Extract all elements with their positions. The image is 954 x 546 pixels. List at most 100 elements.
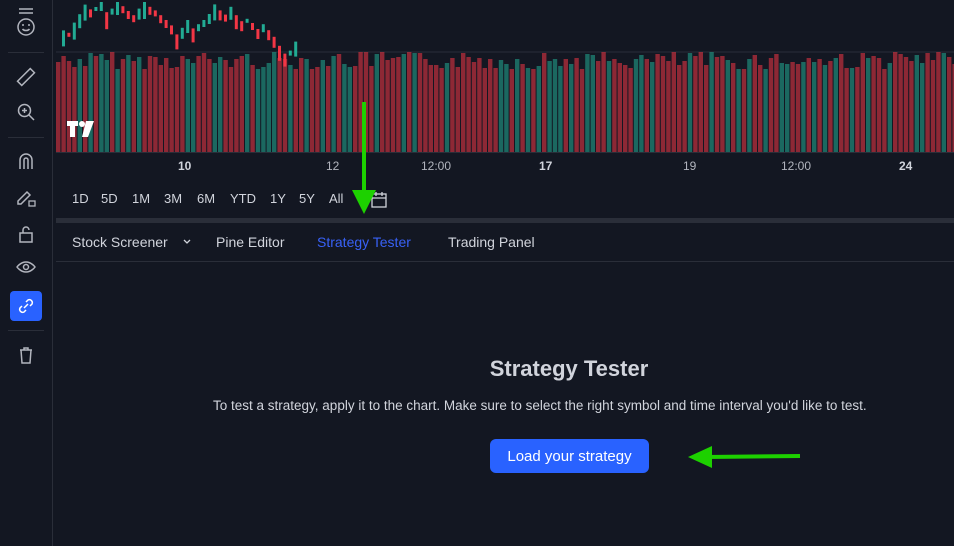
volume-bar <box>126 55 131 152</box>
volume-bar <box>428 65 433 152</box>
volume-bar <box>941 53 946 152</box>
range-1d-button[interactable]: 1D <box>72 191 89 206</box>
range-ytd-button[interactable]: YTD <box>230 191 256 206</box>
volume-bar <box>687 53 693 152</box>
volume-bar <box>903 57 909 152</box>
tab-pine-editor[interactable]: Pine Editor <box>216 234 284 250</box>
volume-bar <box>77 59 82 152</box>
volume-bar <box>817 59 822 152</box>
volume-bar <box>509 69 514 152</box>
volume-bar <box>693 56 698 152</box>
volume-bar <box>66 61 72 152</box>
range-all-button[interactable]: All <box>329 191 343 206</box>
volume-bar <box>898 54 903 152</box>
volume-bar <box>326 66 331 152</box>
zoom-in-icon[interactable] <box>10 97 42 127</box>
lock-icon[interactable] <box>10 219 42 249</box>
candle <box>256 29 260 39</box>
candle <box>218 10 222 21</box>
candle <box>94 7 98 11</box>
volume-bar <box>558 66 563 152</box>
range-1y-button[interactable]: 1Y <box>270 191 286 206</box>
candle <box>245 18 249 23</box>
volume-bar <box>563 59 568 152</box>
chart-canvas <box>56 2 954 152</box>
volume-bar <box>585 54 590 152</box>
price-chart[interactable] <box>56 0 954 152</box>
volume-bar <box>828 61 833 152</box>
range-6m-button[interactable]: 6M <box>197 191 215 206</box>
candle <box>234 15 238 30</box>
volume-bar <box>223 60 228 152</box>
candle <box>251 23 254 30</box>
volume-bar <box>617 63 622 152</box>
volume-bar <box>909 61 914 152</box>
volume-bar <box>407 52 412 152</box>
volume-bar <box>293 69 298 152</box>
volume-bar <box>569 64 574 152</box>
left-toolbar <box>0 0 53 546</box>
volume-bar <box>147 56 153 152</box>
volume-bar <box>606 61 612 152</box>
volume-bar <box>498 60 504 152</box>
volume-bar <box>871 56 876 152</box>
volume-bar <box>336 54 342 152</box>
volume-bar <box>439 68 444 152</box>
volume-bar <box>137 57 142 152</box>
volume-bar <box>461 53 466 152</box>
volume-bar <box>477 58 482 152</box>
candle <box>294 41 298 57</box>
volume-bar <box>714 57 720 152</box>
volume-bar <box>833 58 838 152</box>
range-5d-button[interactable]: 5D <box>101 191 118 206</box>
trash-icon[interactable] <box>10 340 42 370</box>
volume-bar <box>590 55 595 152</box>
candle <box>83 4 87 21</box>
candle <box>288 50 292 56</box>
tab-trading-panel[interactable]: Trading Panel <box>448 234 535 250</box>
volume-bar <box>174 67 180 152</box>
volume-bar <box>936 52 941 152</box>
candle <box>197 24 200 32</box>
volume-bar <box>363 52 369 152</box>
load-strategy-button[interactable]: Load your strategy <box>490 439 649 473</box>
volume-bar <box>925 53 930 152</box>
candle <box>126 11 130 19</box>
volume-bar <box>666 61 671 152</box>
volume-bar <box>887 63 892 152</box>
eye-icon[interactable] <box>10 253 42 283</box>
volume-bar <box>272 52 277 152</box>
chevron-down-icon[interactable] <box>182 237 192 247</box>
volume-bar <box>914 55 919 152</box>
emoji-icon[interactable] <box>10 12 42 42</box>
range-1m-button[interactable]: 1M <box>132 191 150 206</box>
volume-bar <box>385 60 390 152</box>
volume-bar <box>849 68 855 152</box>
tab-strategy-tester[interactable]: Strategy Tester <box>317 234 411 250</box>
range-3m-button[interactable]: 3M <box>164 191 182 206</box>
volume-bar <box>423 59 428 152</box>
bottom-panel: Stock Screener Pine Editor Strategy Test… <box>56 223 954 546</box>
volume-bar <box>542 53 547 152</box>
magnet-icon[interactable] <box>10 146 42 176</box>
tab-stock-screener[interactable]: Stock Screener <box>72 234 168 250</box>
pencil-lock-icon[interactable] <box>10 182 42 212</box>
volume-bar <box>947 57 952 152</box>
link-icon[interactable] <box>10 291 42 321</box>
candle <box>278 45 281 61</box>
ruler-icon[interactable] <box>10 62 42 92</box>
volume-bar <box>785 64 790 152</box>
candle <box>202 20 206 27</box>
candle <box>67 32 71 37</box>
volume-bar <box>228 67 234 152</box>
volume-bar <box>374 54 379 152</box>
calendar-icon[interactable] <box>370 191 388 209</box>
volume-bar <box>331 56 336 152</box>
volume-bar <box>315 67 320 152</box>
volume-bar <box>56 62 61 152</box>
range-5y-button[interactable]: 5Y <box>299 191 315 206</box>
volume-bar <box>212 63 217 152</box>
candle <box>186 20 190 33</box>
volume-bar <box>596 61 601 152</box>
volume-bar <box>72 67 77 152</box>
